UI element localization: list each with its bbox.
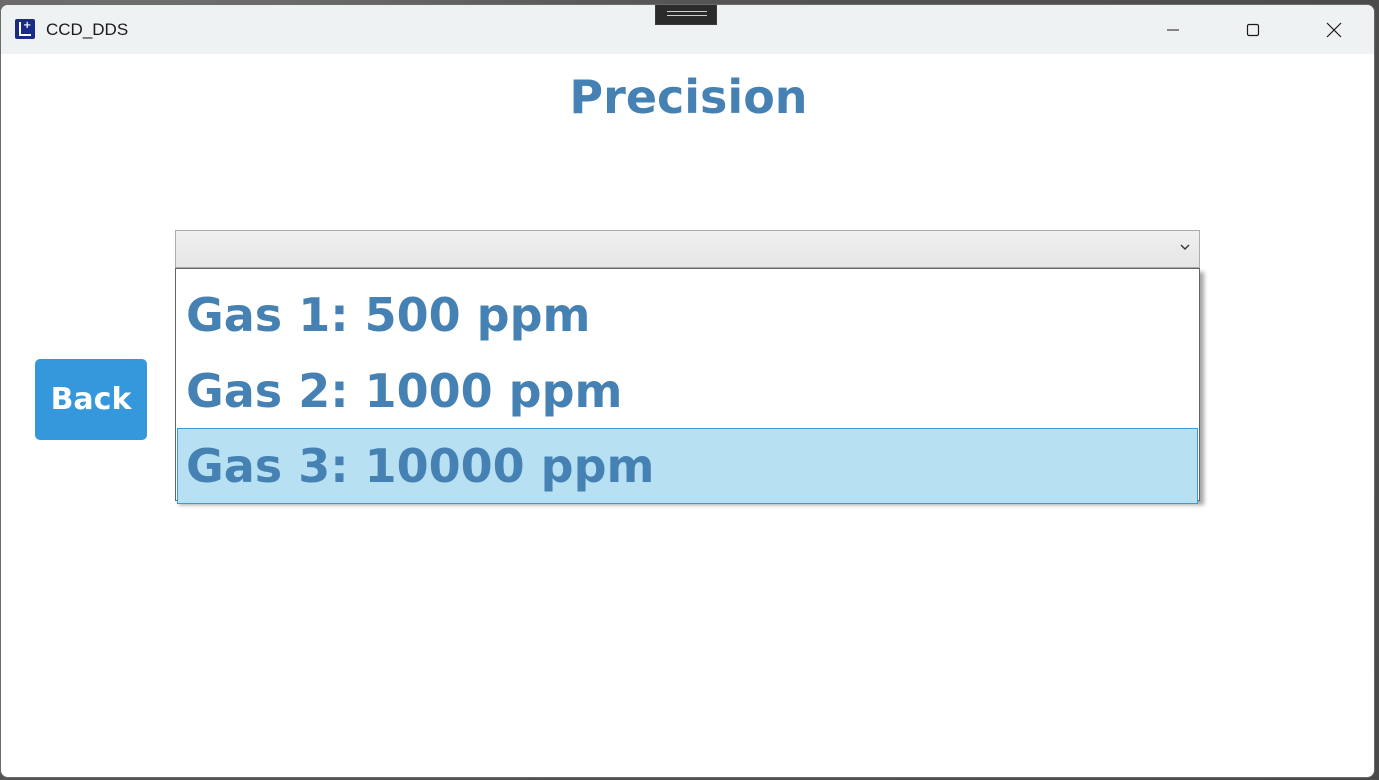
precision-dropdown-list: Gas 1: 500 ppm Gas 2: 1000 ppm Gas 3: 10… <box>175 268 1200 504</box>
back-button[interactable]: Back <box>35 359 147 440</box>
minimize-button[interactable] <box>1133 5 1213 54</box>
dropdown-option-gas-1[interactable]: Gas 1: 500 ppm <box>177 277 1198 353</box>
chevron-down-icon <box>1180 244 1190 250</box>
maximize-icon <box>1246 23 1260 37</box>
precision-combobox[interactable] <box>175 230 1200 268</box>
title-bar[interactable]: + CCD_DDS <box>1 5 1374 54</box>
dropdown-option-gas-2[interactable]: Gas 2: 1000 ppm <box>177 353 1198 429</box>
dropdown-option-gas-3[interactable]: Gas 3: 10000 ppm <box>177 428 1198 504</box>
window-title: CCD_DDS <box>46 20 129 39</box>
maximize-button[interactable] <box>1213 5 1293 54</box>
close-icon <box>1326 22 1342 38</box>
snap-layout-handle[interactable] <box>655 5 717 25</box>
close-button[interactable] <box>1294 5 1374 54</box>
app-window: + CCD_DDS Precision Back Gas 1: 500 ppm … <box>0 4 1375 778</box>
page-title: Precision <box>569 70 808 124</box>
app-logo-icon: + <box>15 19 35 39</box>
minimize-icon <box>1167 29 1179 31</box>
